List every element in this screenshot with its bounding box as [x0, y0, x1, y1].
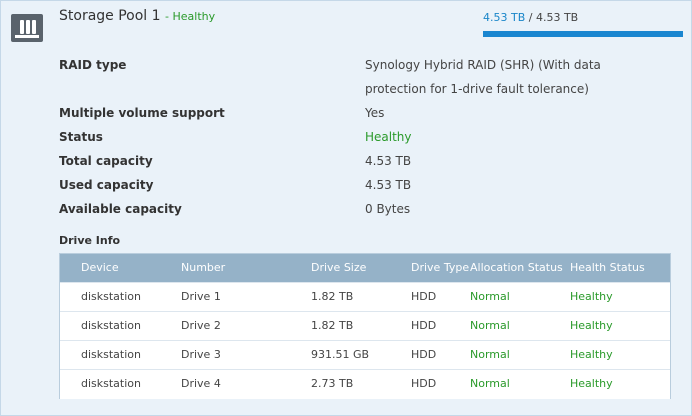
capacity-usage-bar: [483, 31, 683, 37]
storage-pool-icon: [11, 14, 43, 42]
cell-drive-size: 931.51 GB: [311, 348, 370, 361]
prop-value: 0 Bytes: [365, 202, 411, 216]
column-header-device[interactable]: Device: [81, 254, 119, 282]
drive-info-heading: Drive Info: [59, 234, 121, 247]
table-row[interactable]: diskstation Drive 1 1.82 TB HDD Normal H…: [60, 282, 670, 312]
cell-health-status: Healthy: [570, 348, 613, 361]
used-capacity-value: 4.53 TB: [483, 11, 526, 24]
cell-number: Drive 4: [181, 377, 221, 390]
cell-device: diskstation: [81, 319, 141, 332]
cell-device: diskstation: [81, 377, 141, 390]
cell-device: diskstation: [81, 290, 141, 303]
cell-health-status: Healthy: [570, 319, 613, 332]
cell-drive-size: 2.73 TB: [311, 377, 354, 390]
prop-label: Total capacity: [59, 154, 153, 168]
cell-drive-size: 1.82 TB: [311, 290, 354, 303]
column-header-drive-type[interactable]: Drive Type: [411, 254, 469, 282]
cell-drive-type: HDD: [411, 348, 437, 361]
cell-health-status: Healthy: [570, 290, 613, 303]
total-capacity-value: 4.53 TB: [535, 11, 579, 24]
prop-label: Available capacity: [59, 202, 182, 216]
drive-info-table: Device Number Drive Size Drive Type Allo…: [59, 253, 671, 399]
cell-allocation-status: Normal: [470, 319, 510, 332]
prop-value: Yes: [365, 106, 385, 120]
prop-label: Status: [59, 130, 103, 144]
cell-number: Drive 1: [181, 290, 221, 303]
prop-value: 4.53 TB: [365, 154, 412, 168]
pool-name: Storage Pool 1: [59, 8, 161, 24]
prop-value: Healthy: [365, 130, 412, 144]
column-header-number[interactable]: Number: [181, 254, 225, 282]
usage-separator: /: [525, 11, 536, 24]
prop-label: RAID type: [59, 58, 127, 72]
cell-drive-size: 1.82 TB: [311, 319, 354, 332]
table-row[interactable]: diskstation Drive 3 931.51 GB HDD Normal…: [60, 340, 670, 370]
cell-drive-type: HDD: [411, 319, 437, 332]
cell-allocation-status: Normal: [470, 290, 510, 303]
cell-number: Drive 2: [181, 319, 221, 332]
prop-value: 4.53 TB: [365, 178, 412, 192]
pool-status-badge: Healthy: [172, 10, 216, 23]
capacity-usage-text: 4.53 TB / 4.53 TB: [483, 11, 578, 24]
prop-value: Synology Hybrid RAID (SHR) (With data pr…: [365, 58, 601, 96]
pool-title: Storage Pool 1 - Healthy: [59, 8, 215, 24]
prop-label: Multiple volume support: [59, 106, 225, 120]
column-header-allocation-status[interactable]: Allocation Status: [470, 254, 563, 282]
cell-allocation-status: Normal: [470, 377, 510, 390]
cell-allocation-status: Normal: [470, 348, 510, 361]
table-row[interactable]: diskstation Drive 4 2.73 TB HDD Normal H…: [60, 369, 670, 399]
column-header-drive-size[interactable]: Drive Size: [311, 254, 366, 282]
capacity-usage-fill: [483, 31, 683, 37]
prop-label: Used capacity: [59, 178, 154, 192]
cell-drive-type: HDD: [411, 377, 437, 390]
storage-pool-panel: Storage Pool 1 - Healthy 4.53 TB / 4.53 …: [0, 0, 692, 416]
cell-device: diskstation: [81, 348, 141, 361]
cell-number: Drive 3: [181, 348, 221, 361]
cell-health-status: Healthy: [570, 377, 613, 390]
cell-drive-type: HDD: [411, 290, 437, 303]
column-header-health-status[interactable]: Health Status: [570, 254, 645, 282]
table-row[interactable]: diskstation Drive 2 1.82 TB HDD Normal H…: [60, 311, 670, 341]
table-header: Device Number Drive Size Drive Type Allo…: [60, 254, 670, 282]
